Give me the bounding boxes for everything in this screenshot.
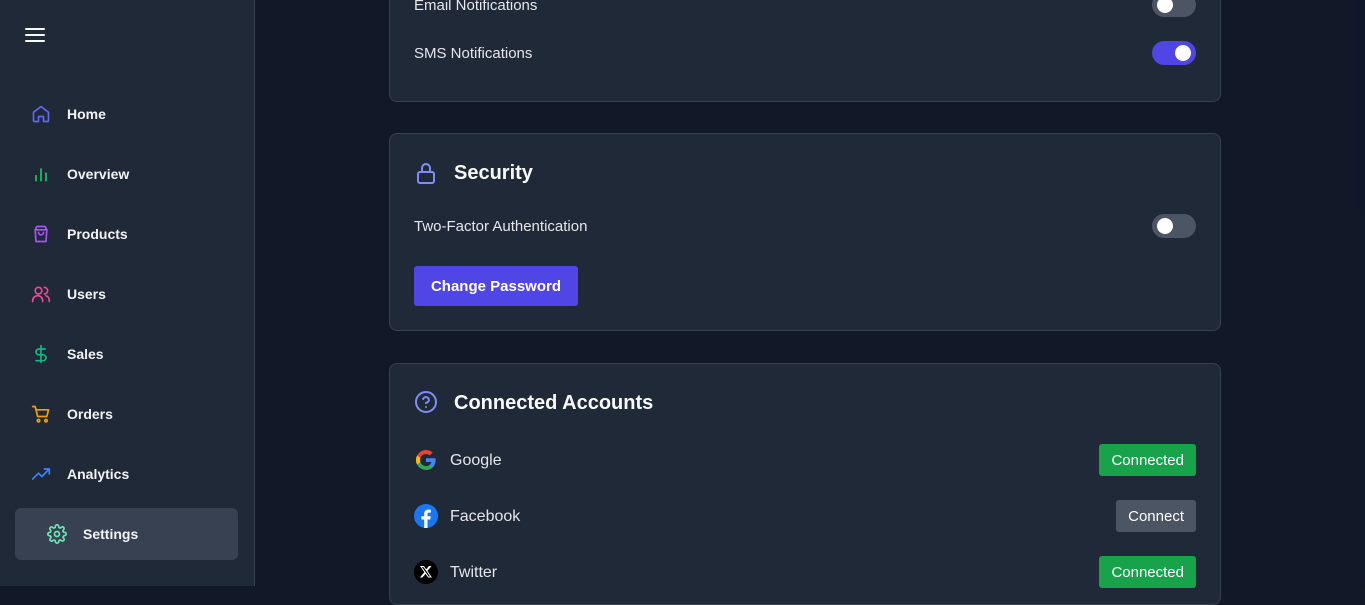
sidebar-item-home[interactable]: Home [15, 88, 238, 140]
users-icon [31, 286, 51, 303]
trending-up-icon [31, 468, 51, 480]
menu-icon[interactable] [25, 28, 45, 44]
sidebar-item-label: Sales [67, 346, 104, 362]
sidebar-item-label: Settings [83, 526, 139, 542]
email-notifications-toggle[interactable] [1152, 0, 1196, 17]
sidebar-item-orders[interactable]: Orders [15, 388, 238, 440]
facebook-icon [414, 504, 438, 528]
help-circle-icon [415, 391, 437, 413]
sidebar-item-label: Analytics [67, 466, 130, 482]
bar-chart-icon [35, 168, 47, 182]
google-connected-button[interactable]: Connected [1099, 444, 1196, 476]
cart-icon [31, 405, 50, 423]
facebook-connect-button[interactable]: Connect [1116, 500, 1196, 532]
two-factor-label: Two-Factor Authentication [414, 218, 588, 235]
security-title: Security [454, 162, 533, 184]
two-factor-toggle[interactable] [1152, 214, 1196, 238]
sidebar-item-users[interactable]: Users [15, 268, 238, 320]
email-notifications-label: Email Notifications [414, 0, 538, 14]
notifications-card: Email Notifications SMS Notifications [389, 0, 1221, 102]
lock-icon [417, 163, 435, 184]
sidebar-item-label: Overview [67, 166, 130, 182]
security-card: Security Two-Factor Authentication Chang… [389, 133, 1221, 331]
scrollbar-thumb[interactable] [1356, 210, 1364, 586]
connected-accounts-card: Connected Accounts Google Connected Face… [389, 363, 1221, 605]
sms-notifications-label: SMS Notifications [414, 45, 533, 62]
google-icon [415, 450, 436, 471]
sms-notifications-toggle[interactable] [1152, 41, 1196, 65]
connected-accounts-title: Connected Accounts [454, 392, 654, 414]
google-account-label: Google [450, 452, 502, 469]
sidebar-item-analytics[interactable]: Analytics [15, 448, 238, 500]
twitter-connected-button[interactable]: Connected [1099, 556, 1196, 588]
gear-icon [47, 524, 67, 544]
sidebar-item-sales[interactable]: Sales [15, 328, 238, 380]
sidebar-item-label: Products [67, 226, 128, 242]
shopping-bag-icon [34, 225, 48, 243]
home-icon [32, 105, 50, 123]
sidebar-item-products[interactable]: Products [15, 208, 238, 260]
sidebar-item-overview[interactable]: Overview [15, 148, 238, 200]
twitter-account-label: Twitter [450, 564, 498, 581]
sidebar-item-settings[interactable]: Settings [15, 508, 238, 560]
toggle-knob [1157, 218, 1173, 234]
toggle-knob [1175, 45, 1191, 61]
x-twitter-icon [414, 560, 438, 584]
sidebar-item-label: Home [67, 106, 106, 122]
dollar-icon [35, 344, 47, 364]
toggle-knob [1157, 0, 1173, 13]
sidebar-item-label: Orders [67, 406, 113, 422]
change-password-button[interactable]: Change Password [414, 266, 578, 306]
facebook-account-label: Facebook [450, 508, 521, 525]
sidebar: Home Overview Products Users Sales Order… [0, 0, 255, 586]
sidebar-item-label: Users [67, 286, 106, 302]
scrollbar[interactable] [1355, 0, 1365, 586]
